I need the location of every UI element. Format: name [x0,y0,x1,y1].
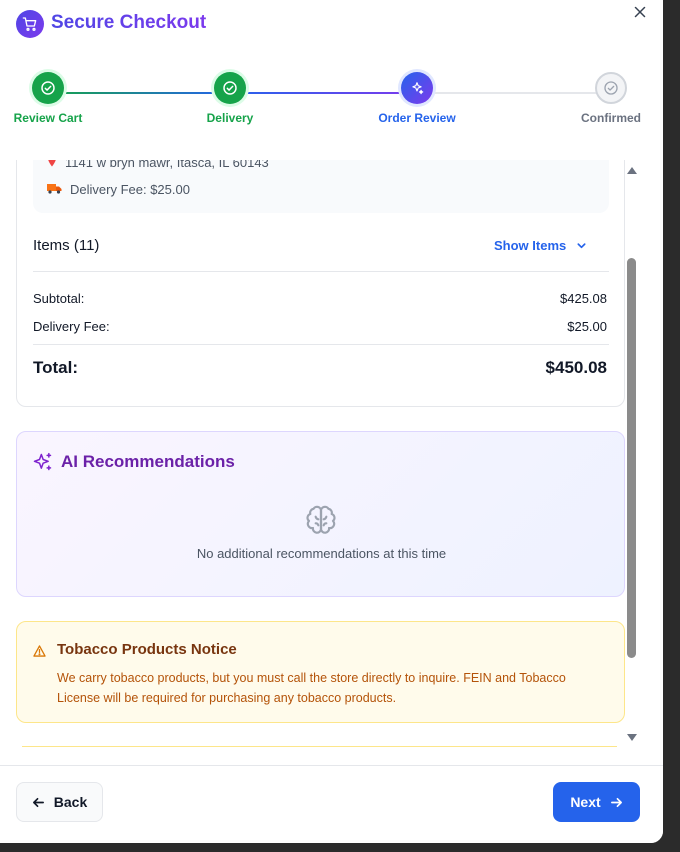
close-icon [634,6,646,18]
total-label: Total: [33,358,79,377]
delivery-fee-line: Delivery Fee: $25.00 [47,182,190,197]
map-pin-icon [47,160,57,170]
step-confirmed[interactable]: Confirmed [566,72,656,125]
subtotal-label: Subtotal: [33,291,85,306]
modal-header: Secure Checkout [0,0,663,52]
order-summary-card: 1141 w bryn mawr, Itasca, IL 60143 Deliv… [16,160,625,407]
sparkles-icon [33,452,53,477]
step-label: Order Review [378,111,456,125]
next-button-label: Next [570,794,601,810]
divider [33,344,609,345]
ai-recommendations-title: AI Recommendations [61,452,235,471]
divider [33,271,609,272]
back-button[interactable]: Back [16,782,103,822]
step-label: Review Cart [13,111,83,125]
close-button[interactable] [630,2,650,22]
delivery-fee-label: Delivery Fee: [33,319,110,334]
tobacco-notice-text: We carry tobacco products, but you must … [57,671,566,705]
next-button[interactable]: Next [553,782,640,822]
subtotal-value: $425.08 [560,291,607,306]
step-label: Delivery [206,111,254,125]
checkout-stepper: Review Cart Delivery Order Review Confir… [0,60,663,160]
delivery-fee-value: $25.00 [567,319,607,334]
scroll-down-arrow[interactable] [627,734,637,741]
total-value: $450.08 [545,358,607,377]
modal-footer: Back Next [0,765,663,843]
review-scroll-area[interactable]: 1141 w bryn mawr, Itasca, IL 60143 Deliv… [0,160,663,750]
tobacco-notice-title: Tobacco Products Notice [57,641,237,658]
delivery-address-box: 1141 w bryn mawr, Itasca, IL 60143 Deliv… [33,160,609,213]
checkout-modal: Secure Checkout Review Cart Delivery Ord… [0,0,663,843]
delivery-fee-text: Delivery Fee: $25.00 [70,182,190,197]
show-items-label: Show Items [494,238,567,253]
check-circle-icon [595,72,627,104]
address-text: 1141 w bryn mawr, Itasca, IL 60143 [65,160,269,170]
show-items-button[interactable]: Show Items [494,238,587,253]
step-order-review[interactable]: Order Review [372,72,462,125]
ai-recommendations-card: AI Recommendations No additional recomme… [16,431,625,597]
brain-icon [305,504,337,541]
next-section-peek [22,746,617,750]
chevron-down-icon [576,240,587,251]
delivery-truck-icon [47,183,62,197]
address-line: 1141 w bryn mawr, Itasca, IL 60143 [47,160,269,170]
items-count-label: Items (11) [33,237,100,254]
step-label: Confirmed [581,111,641,125]
step-review-cart[interactable]: Review Cart [3,72,93,125]
scroll-up-arrow[interactable] [627,167,637,174]
step-delivery[interactable]: Delivery [185,72,275,125]
arrow-right-icon [610,796,623,809]
check-circle-icon [32,72,64,104]
ai-empty-state-text: No additional recommendations at this ti… [196,546,447,561]
shopping-cart-icon [16,10,44,38]
check-circle-icon [214,72,246,104]
sparkles-icon [401,72,433,104]
tobacco-notice-card: Tobacco Products Notice We carry tobacco… [16,621,625,723]
scrollbar[interactable] [624,160,640,750]
scrollbar-thumb[interactable] [627,258,636,658]
page-title: Secure Checkout [51,12,207,33]
warning-icon [33,644,46,662]
back-button-label: Back [53,794,88,810]
arrow-left-icon [32,796,45,809]
